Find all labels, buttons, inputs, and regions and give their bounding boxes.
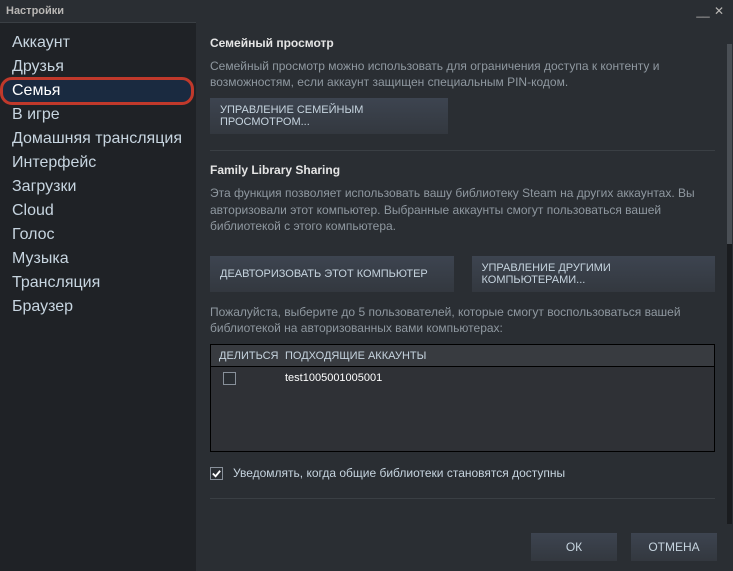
family-sharing-title: Family Library Sharing (210, 163, 715, 177)
notify-checkbox[interactable] (210, 467, 223, 480)
vertical-scrollbar[interactable] (727, 44, 732, 524)
account-name: test1005001005001 (285, 372, 714, 384)
button-label: ОТМЕНА (648, 540, 699, 554)
sidebar-item-label: Аккаунт (12, 34, 70, 51)
cancel-button[interactable]: ОТМЕНА (631, 533, 717, 561)
titlebar: Настройки __ ✕ (0, 0, 733, 22)
sidebar-item-label: Друзья (12, 58, 64, 75)
sidebar-item-label: Интерфейс (12, 154, 96, 171)
button-label: ОК (566, 540, 582, 554)
button-label: УПРАВЛЕНИЕ ДРУГИМИ КОМПЬЮТЕРАМИ... (482, 262, 611, 286)
sidebar-item-cloud[interactable]: Cloud (0, 199, 196, 223)
sidebar-item-ingame[interactable]: В игре (0, 103, 196, 127)
sidebar-item-broadcast[interactable]: Трансляция (0, 271, 196, 295)
sidebar-item-account[interactable]: Аккаунт (0, 31, 196, 55)
sidebar-item-friends[interactable]: Друзья (0, 55, 196, 79)
family-sharing-desc: Эта функция позволяет использовать вашу … (210, 185, 715, 234)
sidebar-item-label: Домашняя трансляция (12, 130, 182, 147)
sidebar-item-voice[interactable]: Голос (0, 223, 196, 247)
sidebar-item-label: Браузер (12, 298, 73, 315)
table-header: ДЕЛИТЬСЯ ПОДХОДЯЩИЕ АККАУНТЫ (211, 345, 714, 367)
window-title: Настройки (6, 5, 695, 17)
eligible-accounts-table: ДЕЛИТЬСЯ ПОДХОДЯЩИЕ АККАУНТЫ test1005001… (210, 344, 715, 452)
divider (210, 150, 715, 151)
sidebar-item-browser[interactable]: Браузер (0, 295, 196, 319)
share-checkbox[interactable] (223, 372, 236, 385)
family-view-desc: Семейный просмотр можно использовать для… (210, 58, 715, 90)
sidebar-item-interface[interactable]: Интерфейс (0, 151, 196, 175)
settings-content: Семейный просмотр Семейный просмотр можн… (196, 22, 733, 571)
sidebar-item-label: Семья (12, 82, 60, 99)
ok-button[interactable]: ОК (531, 533, 617, 561)
divider (210, 498, 715, 499)
sidebar-item-home-streaming[interactable]: Домашняя трансляция (0, 127, 196, 151)
sidebar-item-downloads[interactable]: Загрузки (0, 175, 196, 199)
button-label: УПРАВЛЕНИЕ СЕМЕЙНЫМ ПРОСМОТРОМ... (220, 104, 363, 128)
sidebar-item-family[interactable]: Семья (0, 77, 194, 105)
sidebar-item-label: В игре (12, 106, 60, 123)
sidebar-item-label: Cloud (12, 202, 54, 219)
sidebar-item-music[interactable]: Музыка (0, 247, 196, 271)
button-label: ДЕАВТОРИЗОВАТЬ ЭТОТ КОМПЬЮТЕР (220, 268, 428, 280)
minimize-button[interactable]: __ (695, 5, 711, 17)
sidebar-item-label: Голос (12, 226, 55, 243)
manage-family-view-button[interactable]: УПРАВЛЕНИЕ СЕМЕЙНЫМ ПРОСМОТРОМ... (210, 98, 448, 134)
deauthorize-computer-button[interactable]: ДЕАВТОРИЗОВАТЬ ЭТОТ КОМПЬЮТЕР (210, 256, 454, 292)
select-users-hint: Пожалуйста, выберите до 5 пользователей,… (210, 304, 715, 336)
scrollbar-thumb[interactable] (727, 44, 732, 244)
col-share: ДЕЛИТЬСЯ (211, 350, 285, 362)
table-row[interactable]: test1005001005001 (211, 367, 714, 389)
notify-label: Уведомлять, когда общие библиотеки стано… (233, 466, 565, 480)
family-view-title: Семейный просмотр (210, 36, 715, 50)
close-button[interactable]: ✕ (711, 5, 727, 17)
sidebar-item-label: Музыка (12, 250, 69, 267)
col-accounts: ПОДХОДЯЩИЕ АККАУНТЫ (285, 350, 714, 362)
sidebar-item-label: Загрузки (12, 178, 76, 195)
settings-sidebar: Аккаунт Друзья Семья В игре Домашняя тра… (0, 22, 196, 571)
manage-other-computers-button[interactable]: УПРАВЛЕНИЕ ДРУГИМИ КОМПЬЮТЕРАМИ... (472, 256, 716, 292)
sidebar-item-label: Трансляция (12, 274, 100, 291)
